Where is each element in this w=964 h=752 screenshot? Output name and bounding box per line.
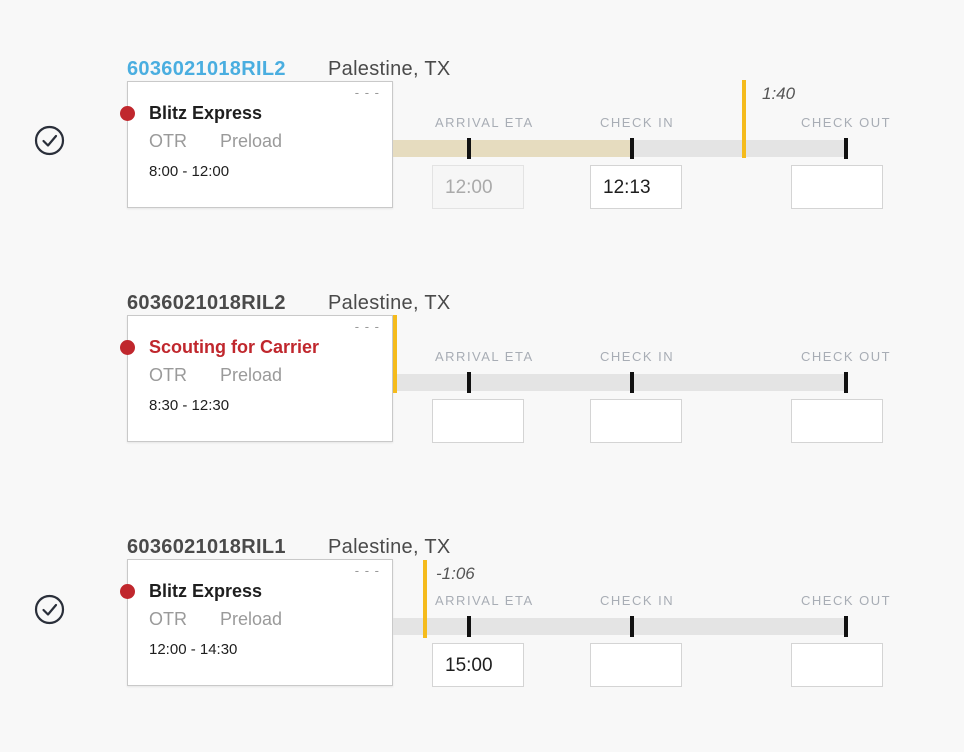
arrival-eta-input: 12:00 bbox=[432, 165, 524, 209]
check-circle-icon[interactable] bbox=[34, 125, 65, 156]
current-time-marker bbox=[423, 560, 427, 638]
load-card[interactable]: - - - Scouting for Carrier OTR Preload 8… bbox=[120, 315, 393, 442]
arrival-eta-label: ARRIVAL ETA bbox=[435, 593, 534, 608]
progress-track bbox=[393, 374, 846, 391]
status-dot bbox=[120, 340, 135, 355]
check-out-label: CHECK OUT bbox=[801, 349, 892, 364]
status-dot bbox=[120, 584, 135, 599]
check-in-label: CHECK IN bbox=[600, 115, 675, 130]
transport-mode: OTR bbox=[149, 609, 187, 629]
check-in-label: CHECK IN bbox=[600, 349, 675, 364]
load-row: 6036021018RIL2 Palestine, TX - - - Scout… bbox=[0, 292, 964, 484]
current-time-marker bbox=[393, 315, 397, 393]
checkin-tick bbox=[630, 138, 634, 159]
carrier-name: Blitz Express bbox=[149, 581, 263, 601]
delivery-window: 12:00 - 14:30 bbox=[149, 641, 238, 658]
progress-fill bbox=[393, 140, 632, 157]
load-row: 6036021018RIL2 Palestine, TX - - - Blitz… bbox=[0, 58, 964, 250]
load-card[interactable]: - - - Blitz Express OTR Preload 8:00 - 1… bbox=[120, 81, 393, 208]
arrival-eta-input[interactable] bbox=[432, 399, 524, 443]
current-time-marker bbox=[742, 80, 746, 158]
load-row: 6036021018RIL1 Palestine, TX - - - Blitz… bbox=[0, 536, 964, 728]
card-menu-button[interactable]: - - - bbox=[355, 563, 380, 578]
arrival-eta-input[interactable]: 15:00 bbox=[432, 643, 524, 687]
load-id[interactable]: 6036021018RIL2 bbox=[127, 292, 286, 315]
checkout-tick bbox=[844, 616, 848, 637]
load-location: Palestine, TX bbox=[328, 536, 451, 558]
check-circle-icon[interactable] bbox=[34, 594, 65, 625]
checkin-tick bbox=[630, 616, 634, 637]
card-menu-button[interactable]: - - - bbox=[355, 85, 380, 100]
load-type: Preload bbox=[220, 609, 283, 629]
load-card[interactable]: - - - Blitz Express OTR Preload 12:00 - … bbox=[120, 559, 393, 686]
check-in-input[interactable]: 12:13 bbox=[590, 165, 682, 209]
check-out-input[interactable] bbox=[791, 399, 883, 443]
carrier-name: Blitz Express bbox=[149, 103, 263, 123]
transport-mode: OTR bbox=[149, 131, 187, 151]
checkout-tick bbox=[844, 372, 848, 393]
time-delta: -1:06 bbox=[436, 564, 475, 583]
check-in-input[interactable] bbox=[590, 399, 682, 443]
check-out-label: CHECK OUT bbox=[801, 115, 892, 130]
carrier-name: Scouting for Carrier bbox=[149, 337, 320, 357]
load-id-link[interactable]: 6036021018RIL2 bbox=[127, 58, 286, 81]
load-type: Preload bbox=[220, 131, 283, 151]
check-out-input[interactable] bbox=[791, 643, 883, 687]
arrival-tick bbox=[467, 138, 471, 159]
delivery-window: 8:00 - 12:00 bbox=[149, 163, 230, 180]
checkout-tick bbox=[844, 138, 848, 159]
arrival-tick bbox=[467, 616, 471, 637]
delivery-window: 8:30 - 12:30 bbox=[149, 397, 230, 414]
status-dot bbox=[120, 106, 135, 121]
check-out-label: CHECK OUT bbox=[801, 593, 892, 608]
transport-mode: OTR bbox=[149, 365, 187, 385]
arrival-eta-label: ARRIVAL ETA bbox=[435, 349, 534, 364]
check-in-input[interactable] bbox=[590, 643, 682, 687]
arrival-tick bbox=[467, 372, 471, 393]
check-out-input[interactable] bbox=[791, 165, 883, 209]
time-delta: 1:40 bbox=[762, 84, 796, 103]
load-type: Preload bbox=[220, 365, 283, 385]
load-location: Palestine, TX bbox=[328, 58, 451, 80]
load-id[interactable]: 6036021018RIL1 bbox=[127, 536, 286, 559]
load-location: Palestine, TX bbox=[328, 292, 451, 314]
check-in-label: CHECK IN bbox=[600, 593, 675, 608]
arrival-eta-label: ARRIVAL ETA bbox=[435, 115, 534, 130]
progress-track bbox=[393, 140, 846, 157]
progress-track bbox=[393, 618, 846, 635]
checkin-tick bbox=[630, 372, 634, 393]
card-menu-button[interactable]: - - - bbox=[355, 319, 380, 334]
